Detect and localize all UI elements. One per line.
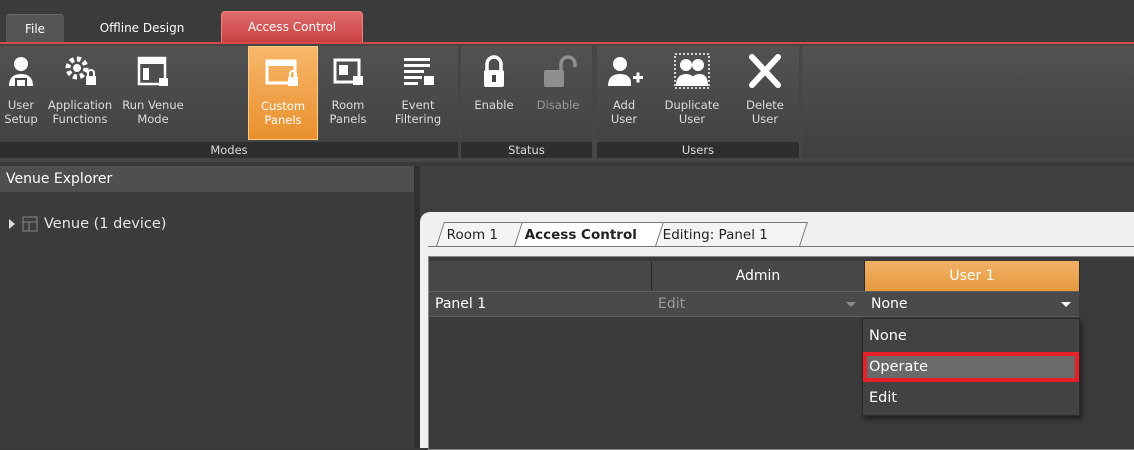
permission-dropdown-list: None Operate Edit [862, 318, 1080, 416]
tab-file[interactable]: File [6, 14, 64, 43]
room-panel-icon [333, 58, 363, 85]
room-panels-button[interactable]: Room Panels [320, 46, 376, 140]
user-lock-icon [9, 57, 33, 87]
duplicate-user-icon [674, 53, 710, 89]
run-venue-mode-label: Run Venue Mode [122, 98, 184, 126]
custom-panels-button[interactable]: Custom Panels [248, 46, 318, 140]
enable-label: Enable [474, 98, 514, 112]
venue-icon [22, 216, 38, 232]
tree-item-venue[interactable]: Venue (1 device) [8, 216, 166, 232]
duplicate-user-button[interactable]: Duplicate User [651, 46, 733, 140]
custom-panels-label: Custom Panels [260, 99, 306, 127]
lock-closed-icon [484, 55, 504, 87]
user-setup-button[interactable]: User Setup [0, 46, 42, 140]
delete-user-button[interactable]: Delete User [735, 46, 795, 140]
tab-editing-panel-label: Editing: Panel 1 [662, 227, 768, 243]
admin-permission-select[interactable]: Edit [652, 292, 864, 316]
user1-permission-value: None [871, 296, 908, 312]
venue-explorer-panel: Venue (1 device) [0, 192, 414, 448]
event-filtering-label: Event Filtering [394, 98, 442, 126]
user1-permission-select[interactable]: None [865, 292, 1079, 316]
grid-header-blank [429, 261, 652, 291]
add-user-icon [608, 57, 643, 86]
custom-panel-icon [265, 59, 298, 86]
table-row: Panel 1 Edit None [429, 291, 1079, 317]
user-setup-label: User Setup [4, 98, 38, 126]
tree-item-label: Venue (1 device) [44, 216, 167, 232]
status-group: Enable Disable Status [461, 46, 592, 158]
option-edit[interactable]: Edit [863, 383, 1079, 413]
users-group: Add User Duplicate User Delete User User… [597, 46, 799, 158]
status-group-label: Status [461, 142, 592, 158]
disable-label: Disable [536, 98, 580, 112]
room-panels-label: Room Panels [329, 98, 367, 126]
option-none[interactable]: None [863, 321, 1079, 351]
tab-access-control[interactable]: Access Control [221, 11, 363, 43]
row-name-cell: Panel 1 [435, 296, 487, 312]
expand-arrow-icon[interactable] [8, 219, 16, 229]
modes-group: User Setup Application Functions Run Ven… [0, 46, 458, 158]
ribbon: User Setup Application Functions Run Ven… [0, 42, 1134, 162]
ribbon-empty-area [802, 46, 1134, 158]
enable-button[interactable]: Enable [463, 46, 525, 140]
application-functions-label: Application Functions [47, 98, 113, 126]
delete-x-icon [749, 54, 781, 88]
grid-header-admin[interactable]: Admin [652, 261, 865, 291]
tab-access-control-doc[interactable]: Access Control [514, 222, 664, 246]
grid-header-user-1[interactable]: User 1 [865, 261, 1080, 291]
tab-access-control-label: Access Control [524, 227, 637, 243]
lock-open-icon [544, 55, 577, 87]
panel-window-icon [137, 56, 168, 86]
tab-room-1[interactable]: Room 1 [436, 222, 526, 246]
option-operate[interactable]: Operate [863, 352, 1079, 382]
tab-offline-design[interactable]: Offline Design [72, 14, 212, 42]
chevron-down-icon [846, 302, 856, 307]
event-filter-icon [404, 58, 434, 85]
application-functions-button[interactable]: Application Functions [44, 46, 116, 140]
run-venue-mode-button[interactable]: Run Venue Mode [118, 46, 188, 140]
right-pane-header [420, 166, 1134, 216]
admin-permission-value: Edit [658, 296, 686, 312]
duplicate-user-label: Duplicate User [664, 98, 720, 126]
add-user-button[interactable]: Add User [599, 46, 649, 140]
add-user-label: Add User [610, 98, 638, 126]
tab-room-1-label: Room 1 [446, 227, 499, 243]
venue-explorer-title: Venue Explorer [0, 166, 414, 192]
delete-user-label: Delete User [746, 98, 784, 126]
modes-group-label: Modes [0, 142, 458, 158]
users-group-label: Users [597, 142, 799, 158]
gear-lock-icon [65, 56, 96, 85]
tab-editing-panel-1[interactable]: Editing: Panel 1 [652, 222, 808, 246]
event-filtering-button[interactable]: Event Filtering [380, 46, 456, 140]
chevron-down-icon [1061, 302, 1071, 307]
disable-button[interactable]: Disable [527, 46, 589, 140]
ribbon-tab-strip: File Offline Design Access Control [0, 0, 1134, 43]
